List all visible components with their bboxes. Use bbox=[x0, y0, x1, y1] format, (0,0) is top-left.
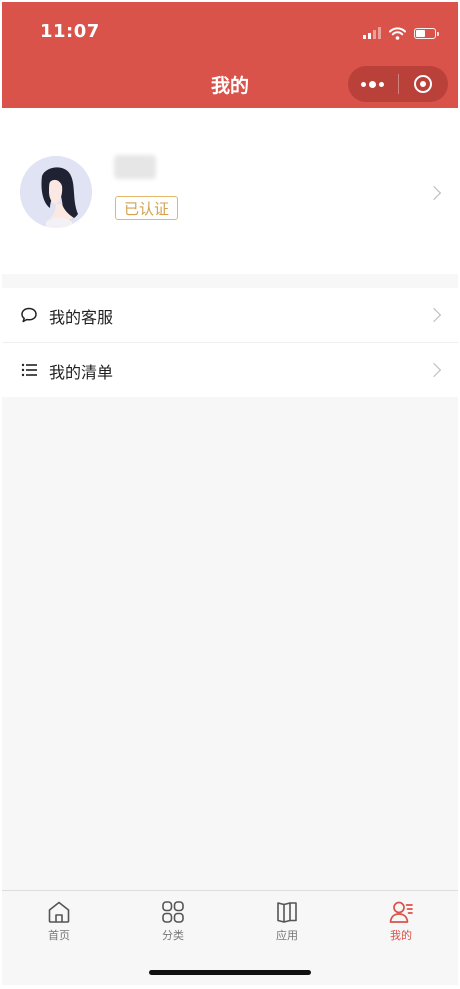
tab-apps[interactable]: 应用 bbox=[230, 899, 344, 943]
menu-item-my-list[interactable]: 我的清单 bbox=[2, 343, 458, 397]
menu-list: 我的客服 我的清单 bbox=[2, 288, 458, 397]
book-icon bbox=[277, 902, 297, 923]
menu-item-label: 我的清单 bbox=[49, 363, 114, 382]
header: 11:07 我的 bbox=[2, 2, 458, 108]
user-name bbox=[114, 155, 156, 179]
more-button[interactable] bbox=[348, 66, 398, 102]
tab-home[interactable]: 首页 bbox=[2, 899, 116, 943]
tab-label: 首页 bbox=[48, 929, 70, 942]
category-grid-icon bbox=[162, 901, 184, 923]
chevron-right-icon bbox=[426, 185, 442, 201]
tab-bar: 首页 分类 应用 我的 bbox=[2, 890, 458, 985]
status-time: 11:07 bbox=[40, 21, 100, 42]
wifi-icon bbox=[389, 26, 406, 40]
tab-label: 分类 bbox=[162, 929, 184, 942]
battery-icon bbox=[414, 27, 439, 39]
more-dots-icon bbox=[361, 80, 385, 88]
home-indicator[interactable] bbox=[149, 970, 311, 975]
chat-bubble-icon bbox=[21, 307, 37, 323]
tab-mine[interactable]: 我的 bbox=[344, 899, 458, 943]
home-icon bbox=[48, 901, 70, 923]
close-button[interactable] bbox=[398, 66, 448, 102]
avatar[interactable] bbox=[20, 156, 92, 228]
tab-category[interactable]: 分类 bbox=[116, 899, 230, 943]
signal-icon bbox=[363, 27, 381, 39]
chevron-right-icon bbox=[426, 362, 442, 378]
page: 11:07 我的 已认证 我的客服 我的清单 首页 分类 应用 我的 bbox=[2, 2, 458, 985]
target-icon bbox=[414, 75, 433, 93]
tab-label: 我的 bbox=[390, 929, 412, 942]
verified-badge: 已认证 bbox=[115, 196, 179, 220]
status-icons bbox=[363, 24, 439, 42]
menu-item-customer-service[interactable]: 我的客服 bbox=[2, 288, 458, 343]
list-icon bbox=[21, 363, 37, 377]
user-icon bbox=[389, 901, 413, 923]
avatar-illustration bbox=[20, 156, 92, 228]
tab-label: 应用 bbox=[276, 929, 298, 942]
chevron-right-icon bbox=[426, 307, 442, 323]
miniprogram-capsule bbox=[348, 66, 448, 102]
profile-card[interactable]: 已认证 bbox=[2, 108, 458, 274]
menu-item-label: 我的客服 bbox=[49, 308, 114, 327]
